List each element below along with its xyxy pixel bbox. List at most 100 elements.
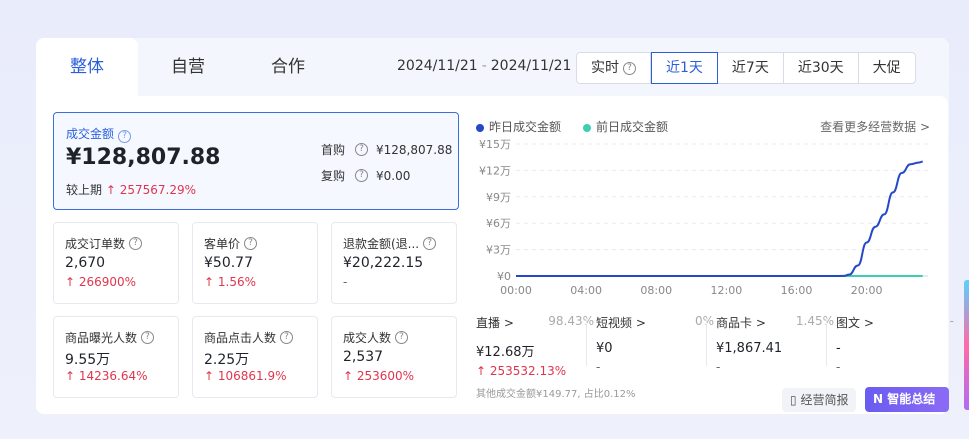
legend-dot-icon (476, 123, 484, 132)
metric-value: 2,670 (65, 255, 106, 271)
metric-card-buyers[interactable]: 成交人数? 2,537 ↑ 253600% (331, 316, 457, 398)
metric-card-clicks[interactable]: 商品点击人数? 2.25万 ↑ 106861.9% (192, 316, 318, 398)
metric-label: 商品曝光人数 (65, 331, 138, 345)
range-7-days-button[interactable]: 近7天 (718, 53, 784, 83)
channel-change: ↑ 253532.13% (476, 364, 567, 378)
metric-label: 成交人数 (343, 331, 392, 345)
help-icon[interactable]: ? (244, 237, 258, 250)
ai-summary-button[interactable]: N 智能总结 (865, 387, 949, 412)
range-promotion-button[interactable]: 大促 (859, 53, 915, 83)
range-realtime-button[interactable]: 实时? (577, 53, 651, 83)
metric-change: ↑ 14236.64% (65, 369, 148, 383)
channel-short-video[interactable]: 短视频 > 0% ¥0 - (596, 314, 714, 374)
divider (586, 318, 587, 366)
tab-cooperation[interactable]: 合作 (238, 38, 338, 96)
ai-logo-icon: N (873, 392, 884, 406)
business-report-button[interactable]: ▯ 经营简报 (782, 388, 857, 412)
metric-value: 9.55万 (65, 352, 111, 368)
channel-value: ¥1,867.41 (716, 341, 783, 356)
metric-label: 成交订单数 (65, 237, 126, 251)
dashboard-panel: 整体 自营 合作 2024/11/21-2024/11/21 实时? 近1天 近… (36, 38, 954, 414)
y-tick-label: ¥0 (497, 270, 511, 283)
x-tick-label: 16:00 (781, 284, 813, 297)
metric-card-exposure[interactable]: 商品曝光人数? 9.55万 ↑ 14236.64% (53, 316, 179, 398)
tab-overall[interactable]: 整体 (36, 38, 138, 96)
y-tick-label: ¥3万 (486, 244, 511, 257)
channel-change: - (596, 360, 601, 374)
metric-label: 商品点击人数 (204, 331, 277, 345)
channel-name: 图文 > (836, 316, 874, 330)
range-30-days-button[interactable]: 近30天 (784, 53, 859, 83)
more-data-link[interactable]: 查看更多经营数据 > (820, 118, 930, 135)
date-range: 2024/11/21-2024/11/21 (397, 58, 572, 74)
gmv-line-chart: ¥0 ¥3万 ¥6万 ¥9万 ¥12万 ¥15万 00:00 04:00 08:00 12:00 1… (479, 138, 928, 297)
metric-card-refund[interactable]: 退款金额(退...? ¥20,222.15 - (331, 222, 457, 304)
x-tick-label: 00:00 (500, 284, 532, 297)
overview-content: 成交金额? ¥128,807.88 较上期 ↑ 257567.29% 首购 ? … (36, 96, 954, 414)
metric-value: ¥50.77 (204, 255, 253, 271)
x-tick-label: 08:00 (640, 284, 672, 297)
metric-value: 2,537 (343, 349, 384, 365)
repurchase-row: 复购 ? ¥0.00 (321, 167, 410, 184)
channel-share: 98.43% (548, 314, 594, 328)
channel-change: - (716, 360, 721, 374)
range-1-day-button[interactable]: 近1天 (651, 52, 718, 84)
channel-name: 短视频 > (596, 316, 646, 330)
channel-share: 0% (694, 314, 714, 328)
x-tick-label: 20:00 (851, 284, 883, 297)
metric-card-avg-price[interactable]: 客单价? ¥50.77 ↑ 1.56% (192, 222, 318, 304)
channel-product-card[interactable]: 商品卡 > 1.45% ¥1,867.41 - (716, 314, 834, 374)
gmv-value: ¥128,807.88 (66, 145, 221, 170)
metric-change: ↑ 106861.9% (204, 369, 287, 383)
x-tick-label: 12:00 (711, 284, 743, 297)
side-widget-strip[interactable] (964, 280, 969, 410)
channel-value: ¥0 (596, 341, 613, 356)
series-line-0 (516, 160, 923, 277)
legend-item-day-before[interactable]: 前日成交金额 (583, 118, 668, 135)
x-tick-label: 04:00 (570, 284, 602, 297)
metric-card-orders[interactable]: 成交订单数? 2,670 ↑ 266900% (53, 222, 179, 304)
legend-item-yesterday[interactable]: 昨日成交金额 (476, 118, 561, 135)
channel-live[interactable]: 直播 > 98.43% ¥12.68万 ↑ 253532.13% (476, 314, 594, 378)
gmv-card[interactable]: 成交金额? ¥128,807.88 较上期 ↑ 257567.29% 首购 ? … (53, 112, 459, 210)
channel-share: 1.45% (795, 314, 834, 328)
divider (706, 318, 707, 366)
other-gmv-note: 其他成交金额¥149.77, 占比0.12% (476, 389, 636, 400)
gmv-compare: 较上期 ↑ 257567.29% (66, 183, 197, 197)
y-tick-label: ¥12万 (479, 164, 511, 177)
metric-change: ↑ 1.56% (204, 275, 256, 289)
help-icon[interactable]: ? (423, 237, 437, 250)
repurchase-value: ¥0.00 (376, 168, 411, 183)
help-icon[interactable]: ? (395, 331, 409, 344)
channel-value: ¥12.68万 (476, 345, 535, 360)
metric-change: - (343, 275, 348, 289)
help-icon[interactable]: ? (118, 130, 132, 143)
channel-name: 直播 > (476, 316, 514, 330)
help-icon[interactable]: ? (623, 61, 636, 75)
metric-change: ↑ 253600% (343, 369, 415, 383)
y-tick-label: ¥9万 (486, 191, 511, 204)
metric-change: ↑ 266900% (65, 275, 137, 289)
first-purchase-value: ¥128,807.88 (376, 142, 453, 157)
repurchase-label: 复购 (321, 169, 346, 183)
channel-name: 商品卡 > (716, 316, 766, 330)
channel-share: - (949, 314, 954, 328)
tab-self-operated[interactable]: 自营 (138, 38, 238, 96)
help-icon[interactable]: ? (129, 237, 143, 250)
help-icon[interactable]: ? (355, 169, 368, 182)
channel-change: - (836, 360, 841, 374)
date-end: 2024/11/21 (490, 58, 572, 74)
time-range-selector: 实时? 近1天 近7天 近30天 大促 (576, 52, 916, 84)
help-icon[interactable]: ? (141, 331, 155, 344)
metric-label: 退款金额(退... (343, 237, 420, 251)
date-start: 2024/11/21 (397, 58, 478, 74)
first-purchase-row: 首购 ? ¥128,807.88 (321, 141, 452, 158)
gmv-label: 成交金额? (66, 125, 132, 143)
range-realtime-label: 实时 (591, 60, 619, 76)
metric-value: 2.25万 (204, 352, 250, 368)
channel-image-text[interactable]: 图文 > - - - (836, 314, 954, 374)
help-icon[interactable]: ? (355, 143, 368, 156)
help-icon[interactable]: ? (280, 331, 294, 344)
metric-label: 客单价 (204, 237, 241, 251)
y-tick-label: ¥6万 (486, 217, 511, 230)
